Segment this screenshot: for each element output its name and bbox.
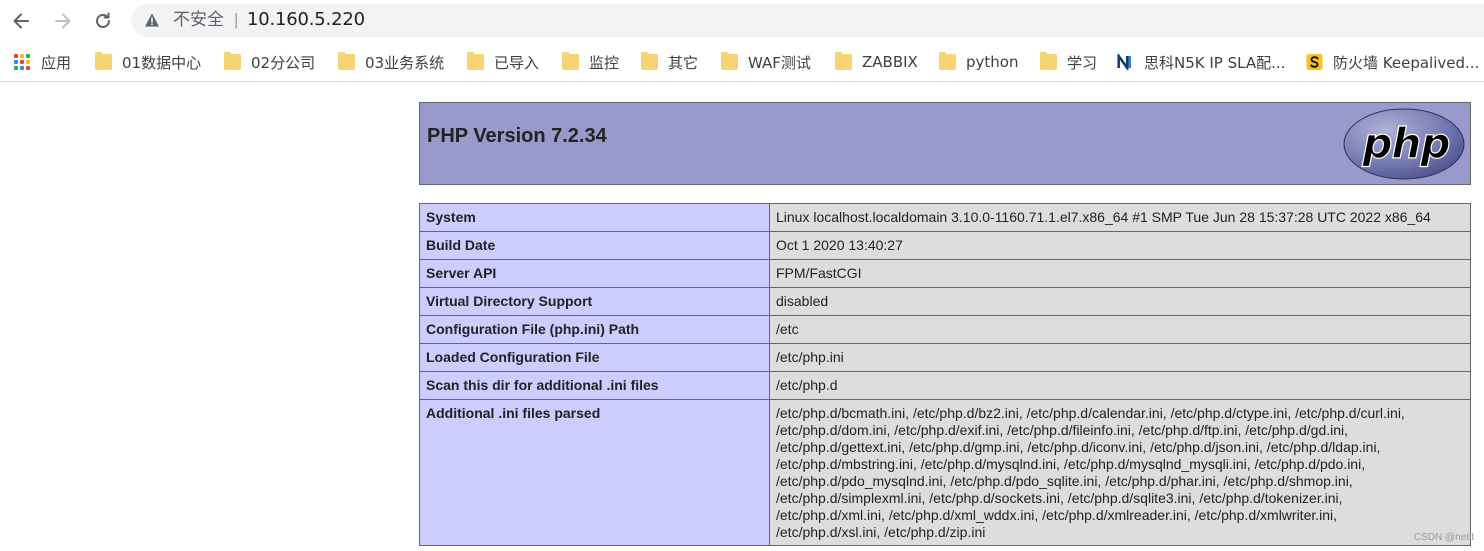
bookmark-folder[interactable]: 01数据中心 — [95, 51, 201, 73]
watermark: CSDN @netit — [1413, 532, 1474, 543]
warning-icon[interactable] — [144, 12, 160, 28]
svg-text:php: php — [1361, 119, 1449, 168]
table-row: Scan this dir for additional .ini files … — [419, 371, 1471, 400]
info-value: FPM/FastCGI — [769, 259, 1471, 288]
bookmark-folder[interactable]: WAF测试 — [721, 51, 811, 73]
table-row: Additional .ini files parsed /etc/php.d/… — [419, 399, 1471, 546]
info-value: /etc/php.d/bcmath.ini, /etc/php.d/bz2.in… — [769, 399, 1471, 546]
bookmark-label: 其它 — [668, 53, 699, 72]
table-row: Virtual Directory Support disabled — [419, 287, 1471, 316]
info-key: Scan this dir for additional .ini files — [419, 371, 770, 400]
folder-icon — [467, 52, 484, 70]
bookmark-label: 01数据中心 — [122, 53, 202, 72]
folder-icon — [562, 52, 579, 70]
table-row: Build Date Oct 1 2020 13:40:27 — [419, 231, 1471, 260]
bookmark-label: 学习 — [1067, 53, 1098, 72]
browser-toolbar: 不安全 | 10.160.5.220 — [0, 0, 1484, 42]
bookmark-apps[interactable]: 应用 — [14, 51, 71, 73]
table-row: System Linux localhost.localdomain 3.10.… — [419, 203, 1471, 232]
forward-button[interactable] — [48, 6, 78, 36]
info-key: Server API — [419, 259, 770, 288]
bookmark-folder[interactable]: ZABBIX — [835, 51, 918, 73]
bookmark-folder[interactable]: 已导入 — [467, 51, 539, 73]
bookmark-folder[interactable]: 学习 — [1040, 51, 1097, 73]
info-key: Configuration File (php.ini) Path — [419, 315, 770, 344]
bookmark-link[interactable]: 防火墙 Keepalived... — [1306, 51, 1479, 73]
info-key: Additional .ini files parsed — [419, 399, 770, 546]
table-row: Configuration File (php.ini) Path /etc — [419, 315, 1471, 344]
bookmarks-bar: 应用 01数据中心 02分公司 03业务系统 已导入 监控 其它 WAF测试 Z… — [0, 42, 1484, 82]
url-text[interactable]: 10.160.5.220 — [247, 10, 365, 30]
info-key: System — [419, 203, 770, 232]
arrow-right-icon — [55, 13, 71, 29]
bookmark-label: 已导入 — [494, 53, 540, 72]
info-value: Oct 1 2020 13:40:27 — [769, 231, 1471, 260]
info-key: Loaded Configuration File — [419, 343, 770, 372]
bookmark-link[interactable]: 思科N5K IP SLA配... — [1117, 51, 1285, 73]
php-logo-icon[interactable]: php — [1342, 107, 1466, 181]
folder-icon — [641, 52, 658, 70]
info-value: Linux localhost.localdomain 3.10.0-1160.… — [769, 203, 1471, 232]
folder-icon — [939, 52, 956, 70]
back-button[interactable] — [6, 6, 36, 36]
info-value: /etc — [769, 315, 1471, 344]
address-bar[interactable]: 不安全 | 10.160.5.220 — [131, 4, 1484, 37]
folder-icon — [224, 52, 241, 70]
bookmark-label: 监控 — [589, 53, 620, 72]
php-header: PHP Version 7.2.34 php — [419, 102, 1471, 185]
bookmark-folder[interactable]: 02分公司 — [224, 51, 315, 73]
security-status-label[interactable]: 不安全 — [173, 10, 224, 30]
bookmark-label: 02分公司 — [251, 53, 316, 72]
folder-icon — [721, 52, 738, 70]
page-title: PHP Version 7.2.34 — [427, 125, 607, 147]
bookmark-folder[interactable]: 其它 — [641, 51, 698, 73]
bookmark-folder[interactable]: python — [939, 51, 1018, 73]
s-site-icon — [1306, 54, 1323, 70]
table-row: Server API FPM/FastCGI — [419, 259, 1471, 288]
n-site-icon — [1117, 54, 1132, 70]
arrow-left-icon — [13, 13, 29, 29]
folder-icon — [835, 52, 852, 70]
info-value: /etc/php.ini — [769, 343, 1471, 372]
bookmark-label: 应用 — [41, 53, 72, 72]
bookmark-label: 防火墙 Keepalived... — [1333, 53, 1480, 72]
bookmark-label: ZABBIX — [862, 53, 918, 71]
bookmark-label: WAF测试 — [748, 53, 811, 72]
reload-icon — [96, 12, 110, 28]
reload-button[interactable] — [88, 6, 118, 36]
folder-icon — [95, 52, 112, 70]
php-info-table: System Linux localhost.localdomain 3.10.… — [419, 203, 1471, 546]
info-value: /etc/php.d — [769, 371, 1471, 400]
bookmark-folder[interactable]: 监控 — [562, 51, 619, 73]
bookmark-label: 思科N5K IP SLA配... — [1144, 53, 1286, 72]
bookmark-label: python — [966, 53, 1019, 71]
table-row: Loaded Configuration File /etc/php.ini — [419, 343, 1471, 372]
info-key: Virtual Directory Support — [419, 287, 770, 316]
bookmark-label: 03业务系统 — [365, 53, 445, 72]
folder-icon — [338, 52, 355, 70]
info-key: Build Date — [419, 231, 770, 260]
info-value: disabled — [769, 287, 1471, 316]
bookmark-folder[interactable]: 03业务系统 — [338, 51, 444, 73]
folder-icon — [1040, 52, 1057, 70]
address-separator: | — [234, 10, 239, 29]
apps-grid-icon — [14, 54, 31, 70]
